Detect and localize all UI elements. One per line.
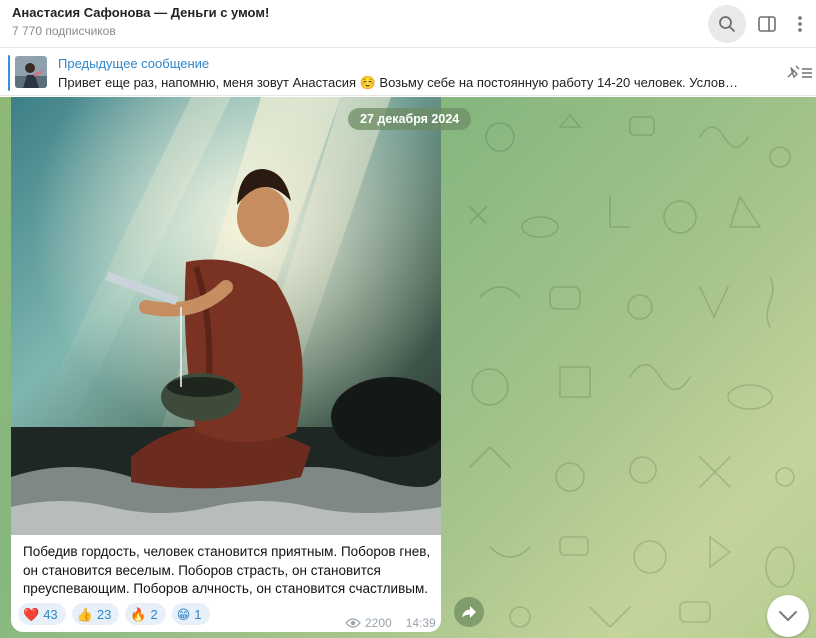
reaction-grin[interactable]: 😁 1 [171,603,210,625]
grin-icon: 😁 [176,606,191,622]
date-separator: 27 декабря 2024 [348,108,472,130]
reaction-thumbs-up[interactable]: 👍 23 [71,603,120,625]
pinned-title: Предыдущее сообщение [58,56,210,71]
share-button[interactable] [454,597,484,627]
reaction-heart[interactable]: ❤️ 43 [18,603,66,625]
share-icon [462,606,476,618]
chevron-down-icon [779,611,797,621]
pinned-indicator [8,55,10,91]
scroll-down-button[interactable] [767,595,809,637]
pinned-thumbnail [15,56,47,88]
search-button[interactable] [708,5,746,43]
view-count: 2200 [365,616,392,630]
pinned-text: Привет еще раз, напомню, меня зовут Анас… [58,75,739,90]
more-vertical-icon [798,16,802,32]
channel-title[interactable]: Анастасия Сафонова — Деньги с умом! [12,5,269,20]
sidebar-toggle-button[interactable] [748,5,786,43]
thumbs-up-icon: 👍 [76,606,93,622]
unpin-icon [787,65,812,78]
sidebar-toggle-icon [758,16,776,32]
reaction-count: 43 [43,606,58,622]
chat-area[interactable]: Победив гордость, человек становится при… [0,97,816,638]
search-icon [719,16,735,32]
message-time: 14:39 [405,616,436,630]
reaction-fire[interactable]: 🔥 2 [125,603,166,625]
wallpaper-pattern [469,113,795,629]
reaction-count: 2 [150,606,158,622]
fire-icon: 🔥 [130,606,147,622]
reaction-count: 23 [96,606,112,622]
chat-header: Анастасия Сафонова — Деньги с умом! 7 77… [0,0,816,48]
message-bubble[interactable]: Победив гордость, человек становится при… [11,97,441,632]
eye-icon [345,618,361,628]
reaction-count: 1 [194,606,202,622]
pinned-message-bar[interactable]: Предыдущее сообщение Привет еще раз, нап… [0,49,816,96]
message-meta: 2200 14:39 [345,616,436,630]
unpin-button[interactable] [784,62,814,84]
message-photo[interactable] [11,97,441,535]
reactions-row: ❤️ 43 👍 23 🔥 2 😁 1 [18,603,210,625]
heart-icon: ❤️ [23,606,40,622]
message-caption: Победив гордость, человек становится при… [23,544,431,596]
more-button[interactable] [784,5,816,43]
subscriber-count: 7 770 подписчиков [12,24,116,38]
